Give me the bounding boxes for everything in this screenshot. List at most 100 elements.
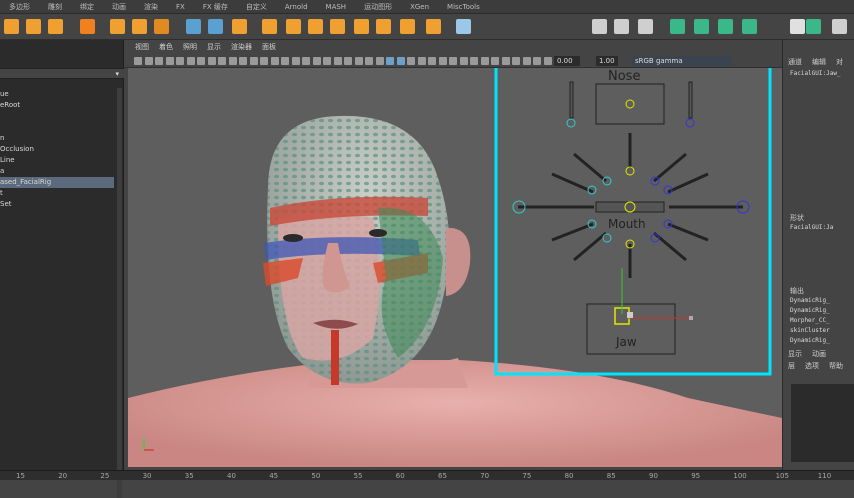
lasso-tool-icon[interactable] <box>26 19 41 34</box>
outliner-item[interactable]: ased_FacialRig <box>0 177 114 188</box>
shelf-tab[interactable]: 渲染 <box>135 0 167 14</box>
viewport-tool-icon[interactable] <box>459 57 468 65</box>
viewport-tool-icon[interactable] <box>480 57 489 65</box>
mouth-center-slider[interactable] <box>595 201 665 213</box>
poly-plane-icon[interactable] <box>308 19 323 34</box>
viewport-tool-icon[interactable] <box>270 57 279 65</box>
viewport-tool-icon[interactable] <box>344 57 352 65</box>
curve-icon[interactable] <box>592 19 607 34</box>
nose-slider-right-handle[interactable] <box>685 118 695 128</box>
viewport-tool-icon[interactable] <box>249 57 258 65</box>
viewport-tool-icon[interactable] <box>396 57 405 65</box>
shelf-tab[interactable]: FX <box>167 0 194 14</box>
outliner-item[interactable]: Set <box>0 199 114 210</box>
gamma-field[interactable]: 1.00 <box>596 56 618 66</box>
nose-control[interactable] <box>625 99 635 109</box>
colorspace-dropdown[interactable]: sRGB gamma <box>632 56 732 66</box>
arrow-right-icon[interactable] <box>832 19 847 34</box>
viewport-tool-icon[interactable] <box>302 57 310 65</box>
exposure-field[interactable]: 0.00 <box>554 56 580 66</box>
viewport-tool-icon[interactable] <box>207 57 216 65</box>
shelf-tab[interactable]: XGen <box>401 0 438 14</box>
fill-hole-icon[interactable] <box>426 19 441 34</box>
viewport-tool-icon[interactable] <box>239 57 247 65</box>
uv-unfold-icon[interactable] <box>742 19 757 34</box>
viewport-tool-icon[interactable] <box>165 57 174 65</box>
checker-icon[interactable] <box>790 19 805 34</box>
anim-snapshot-icon[interactable] <box>186 19 201 34</box>
viewport-tool-icon[interactable] <box>155 57 163 65</box>
channel-box-tab[interactable]: 对 <box>831 56 848 68</box>
bracket-icon[interactable] <box>614 19 629 34</box>
viewport-tool-icon[interactable] <box>176 57 184 65</box>
paint-select-icon[interactable] <box>48 19 63 34</box>
viewport-tool-icon[interactable] <box>354 57 363 65</box>
extrude-icon[interactable] <box>376 19 391 34</box>
output-node[interactable]: DynamicRig_ <box>790 307 830 314</box>
output-node[interactable]: skinCluster <box>790 327 830 334</box>
poly-cone-icon[interactable] <box>286 19 301 34</box>
outliner-item[interactable]: a <box>0 166 114 177</box>
shelf-tab[interactable]: 运动图形 <box>355 0 401 14</box>
viewport-menu-item[interactable]: 照明 <box>178 42 202 52</box>
outliner-item[interactable]: t <box>0 188 114 199</box>
viewport-tool-icon[interactable] <box>470 57 478 65</box>
shape-node[interactable]: FacialGUI:Ja <box>790 224 833 231</box>
viewport-tool-icon[interactable] <box>197 57 205 65</box>
viewport-tool-icon[interactable] <box>134 57 142 65</box>
outliner-search-bar[interactable]: ▾ <box>0 68 124 79</box>
viewport-tool-icon[interactable] <box>218 57 226 65</box>
poly-cylinder-icon[interactable] <box>232 19 247 34</box>
output-node[interactable]: DynamicRig_ <box>790 297 830 304</box>
ear[interactable] <box>446 227 471 296</box>
axis-icon[interactable] <box>806 19 821 34</box>
channel-box-tab[interactable]: 编辑 <box>807 56 831 68</box>
viewport-tool-icon[interactable] <box>312 57 321 65</box>
channel-box-tab[interactable]: 动画 <box>807 348 831 360</box>
shelf-tab[interactable]: 雕刻 <box>39 0 71 14</box>
output-node[interactable]: Morpher_CC_ <box>790 317 830 324</box>
object-name[interactable]: FacialGUI:Jaw_ <box>790 70 841 77</box>
viewport-tool-icon[interactable] <box>323 57 331 65</box>
nose-control-box[interactable] <box>595 83 665 125</box>
viewport-tool-icon[interactable] <box>533 57 541 65</box>
text-tool-icon[interactable] <box>132 19 147 34</box>
viewport-tool-icon[interactable] <box>228 57 237 65</box>
mouth-corner-lower-left[interactable] <box>602 233 612 243</box>
shelf-tab[interactable]: MiscTools <box>438 0 489 14</box>
viewport-tool-icon[interactable] <box>438 57 447 65</box>
layer-list[interactable] <box>791 384 854 462</box>
nose-slider-left-handle[interactable] <box>566 118 576 128</box>
viewport-tool-icon[interactable] <box>333 57 342 65</box>
chevron-down-icon[interactable]: ▾ <box>115 70 119 78</box>
viewport-menu-item[interactable]: 着色 <box>154 42 178 52</box>
outliner-item[interactable] <box>0 111 114 122</box>
shelf-tab[interactable]: Arnold <box>276 0 317 14</box>
shelf-tab[interactable]: 动画 <box>103 0 135 14</box>
uv-flip-icon[interactable] <box>694 19 709 34</box>
viewport-tool-icon[interactable] <box>449 57 457 65</box>
viewport-tool-icon[interactable] <box>417 57 426 65</box>
svg-tool-icon[interactable] <box>154 19 169 34</box>
channel-box-tab[interactable]: 帮助 <box>824 360 848 372</box>
uv-layout-icon[interactable] <box>718 19 733 34</box>
viewport-tool-icon[interactable] <box>543 57 552 65</box>
time-slider[interactable]: 15 20 25 30 35 40 45 50 55 60 65 70 75 80 85 90 95 100 105… <box>0 470 854 480</box>
viewport-tool-icon[interactable] <box>186 57 195 65</box>
channel-box-tab[interactable]: 通道 <box>783 56 807 68</box>
channel-box-tab[interactable]: 显示 <box>783 348 807 360</box>
shelf-tab[interactable]: 多边形 <box>0 0 39 14</box>
shelf-tab[interactable]: FX 缓存 <box>194 0 237 14</box>
viewport-tool-icon[interactable] <box>407 57 415 65</box>
shelf-tab[interactable]: 绑定 <box>71 0 103 14</box>
outliner-item[interactable]: ue <box>0 89 114 100</box>
channel-box-tab[interactable]: 选项 <box>800 360 824 372</box>
channel-box-tab[interactable]: 层 <box>783 360 800 372</box>
motion-trail-icon[interactable] <box>208 19 223 34</box>
viewport-tool-icon[interactable] <box>365 57 373 65</box>
nose-slider-left[interactable] <box>569 81 574 119</box>
outliner-item[interactable]: Line <box>0 155 114 166</box>
3d-viewport[interactable]: Nose Mouth Jaw <box>128 68 782 467</box>
bridge-icon[interactable] <box>400 19 415 34</box>
viewport-tool-icon[interactable] <box>501 57 510 65</box>
